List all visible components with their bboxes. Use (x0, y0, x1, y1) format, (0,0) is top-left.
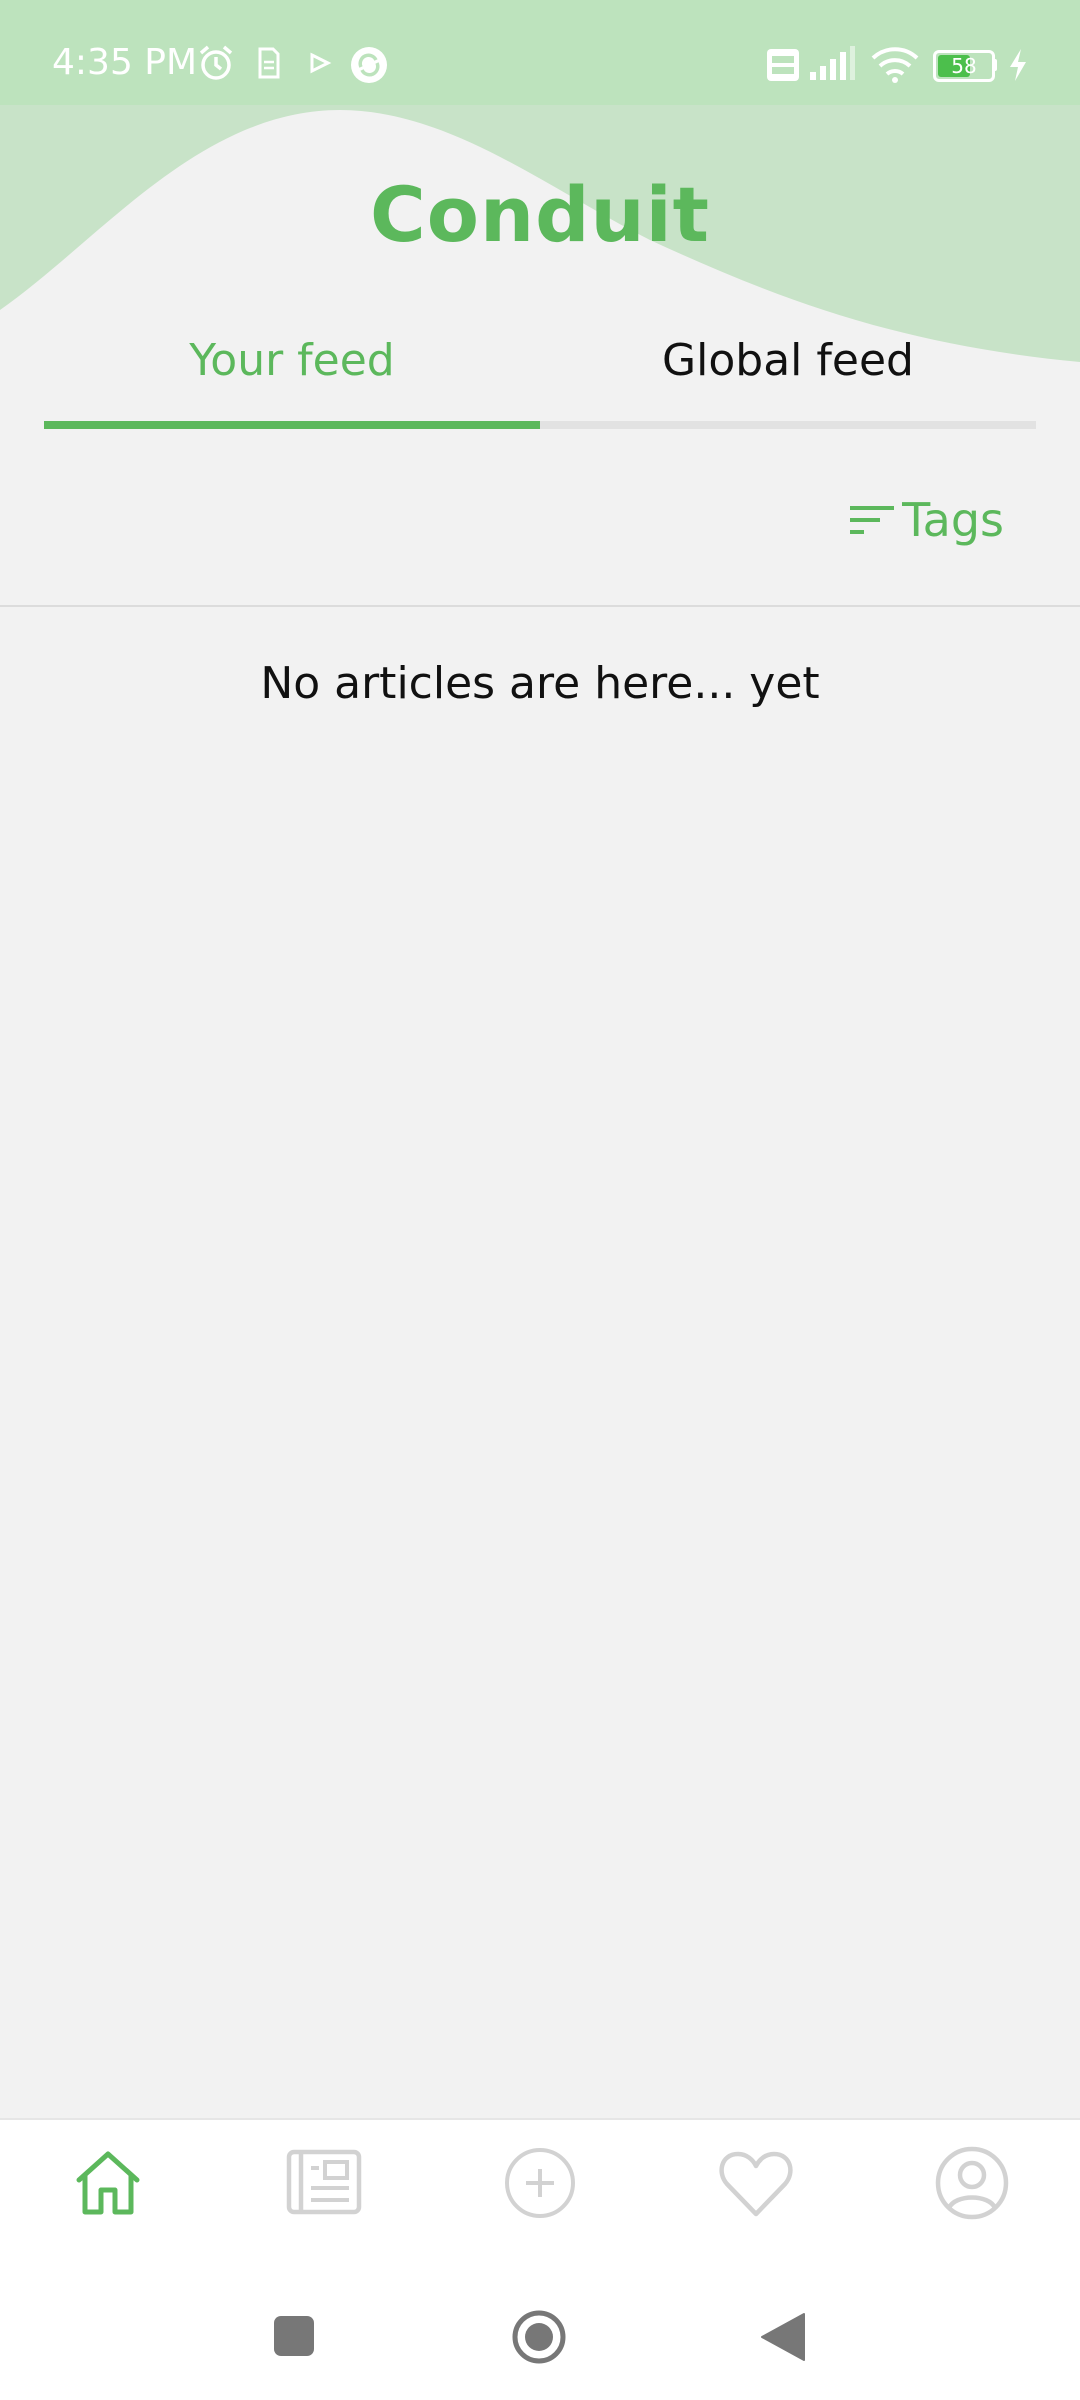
bottom-navigation (0, 2118, 1080, 2242)
signal-icon (810, 46, 855, 80)
tab-your-feed-label: Your feed (189, 335, 395, 386)
status-time: 4:35 PM (52, 42, 198, 83)
filter-lines-icon (850, 506, 895, 534)
nav-favorites[interactable] (711, 2138, 801, 2228)
profile-icon (935, 2146, 1009, 2220)
battery-icon: 58 (933, 50, 997, 82)
newspaper-icon (286, 2149, 362, 2215)
recents-icon (274, 2316, 314, 2356)
play-icon (310, 52, 332, 74)
system-home-button[interactable] (510, 2308, 568, 2370)
tab-active-indicator (44, 421, 540, 429)
empty-feed-message: No articles are here... yet (260, 658, 820, 709)
home-circle-icon (512, 2310, 566, 2364)
heart-icon (719, 2151, 793, 2217)
charging-icon (1010, 49, 1026, 81)
volte-icon (767, 49, 799, 81)
alarm-icon (199, 45, 233, 80)
tags-filter-button[interactable]: Tags (850, 488, 1004, 552)
sync-icon (351, 47, 387, 83)
nav-home[interactable] (63, 2138, 153, 2228)
nav-new-article[interactable] (495, 2138, 585, 2228)
add-circle-icon (505, 2148, 575, 2218)
system-navigation-bar (0, 2242, 1080, 2400)
back-icon (761, 2313, 805, 2361)
tab-global-feed-label: Global feed (662, 335, 914, 386)
tab-your-feed[interactable]: Your feed (44, 335, 540, 386)
status-bar: 4:35 PM 58 (0, 0, 1080, 105)
tags-label: Tags (902, 493, 1004, 547)
back-button[interactable] (760, 2312, 806, 2366)
divider (0, 605, 1080, 607)
nav-articles[interactable] (279, 2138, 369, 2228)
home-icon (76, 2151, 140, 2215)
wifi-icon (871, 47, 919, 83)
tab-global-feed[interactable]: Global feed (540, 335, 1036, 386)
recents-button[interactable] (272, 2314, 316, 2362)
app-title: Conduit (370, 170, 710, 259)
sim-icon (258, 47, 280, 79)
nav-profile[interactable] (927, 2138, 1017, 2228)
battery-level: 58 (951, 54, 977, 78)
